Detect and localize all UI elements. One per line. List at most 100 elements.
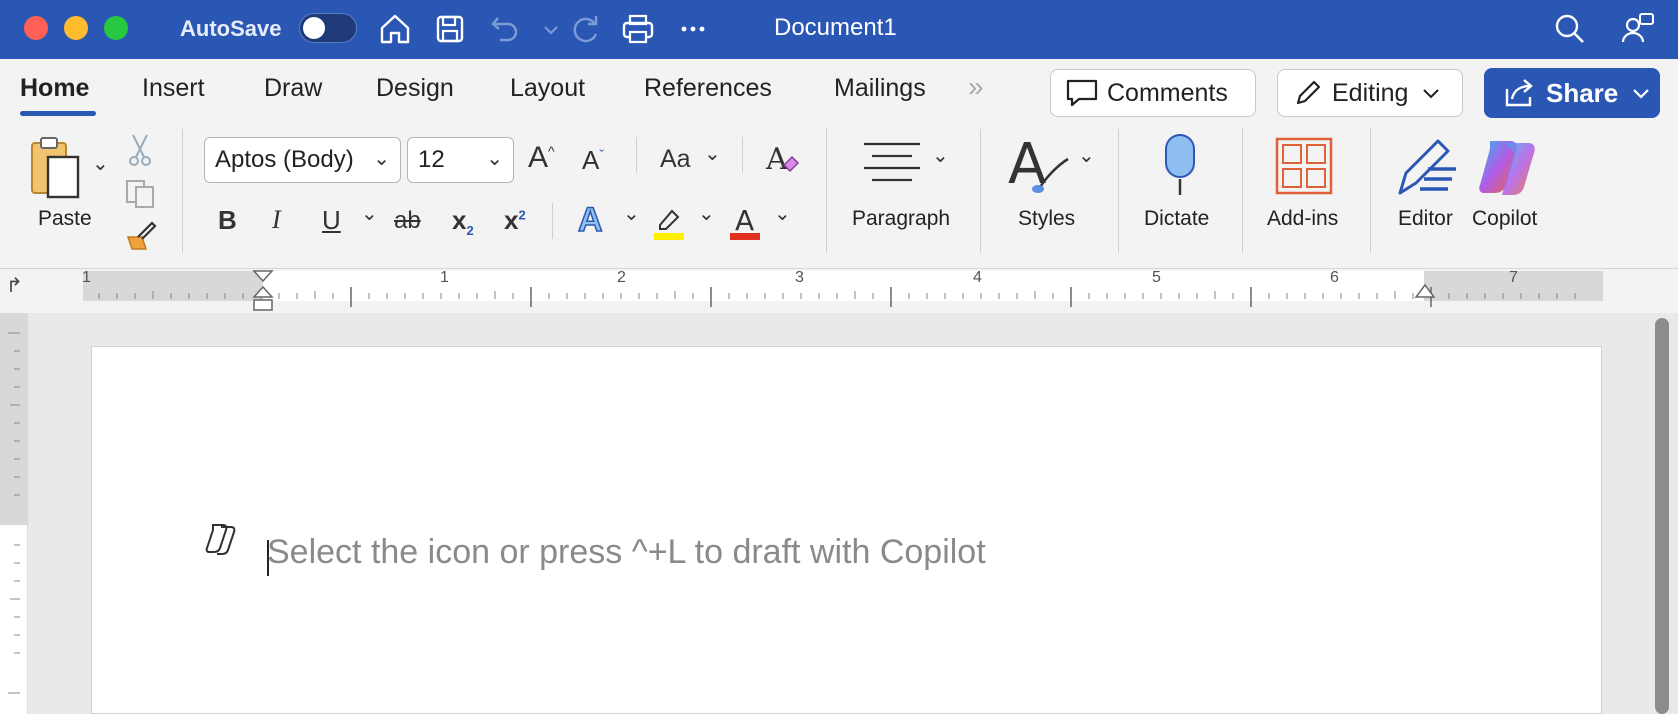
highlight-icon[interactable] <box>652 205 686 246</box>
clear-formatting-icon[interactable]: A <box>764 141 800 182</box>
tab-layout[interactable]: Layout <box>510 74 585 103</box>
bold-button[interactable]: B <box>218 205 237 236</box>
minimize-window-button[interactable] <box>64 16 88 40</box>
search-icon[interactable] <box>1551 10 1589 48</box>
font-size-dropdown[interactable]: 12 ⌄ <box>407 137 514 183</box>
account-icon[interactable] <box>1619 10 1657 48</box>
share-icon <box>1505 79 1533 107</box>
ruler-number: 2 <box>617 269 626 286</box>
font-name-dropdown[interactable]: Aptos (Body) ⌄ <box>204 137 401 183</box>
chevron-down-icon: ⌄ <box>486 148 503 170</box>
ruler-ticks <box>98 287 1576 307</box>
toggle-knob <box>303 17 325 39</box>
ruler-number: 1 <box>440 269 449 286</box>
shrink-font-icon[interactable]: Aˇ <box>582 145 604 176</box>
separator <box>1242 129 1243 253</box>
font-name-value: Aptos (Body) <box>215 146 354 173</box>
document-page[interactable] <box>91 346 1602 714</box>
more-options-icon[interactable] <box>674 10 712 48</box>
format-painter-icon[interactable] <box>124 219 158 256</box>
paste-dropdown-icon[interactable]: ⌄ <box>92 151 109 176</box>
clipboard-icon[interactable] <box>28 135 82 205</box>
indent-marker[interactable] <box>252 269 274 313</box>
tab-references[interactable]: References <box>644 74 772 103</box>
vertical-ruler-ticks <box>8 332 20 694</box>
horizontal-ruler[interactable]: ↱ 1 1 2 3 4 5 6 7 <box>0 269 1678 313</box>
italic-button[interactable]: I <box>272 205 281 235</box>
add-ins-label: Add-ins <box>1267 207 1339 230</box>
microphone-icon[interactable] <box>1160 133 1200 202</box>
styles-label: Styles <box>1018 207 1076 230</box>
more-tabs-icon[interactable]: » <box>968 71 984 103</box>
change-case-button[interactable]: Aa <box>660 145 691 174</box>
close-window-button[interactable] <box>24 16 48 40</box>
chevron-down-icon <box>1633 89 1650 99</box>
home-toolbar: ⌄ Paste Aptos (Body) ⌄ 12 ⌄ A^ Aˇ Aa ⌄ A… <box>0 121 1678 269</box>
styles-dropdown-icon[interactable]: ⌄ <box>1078 143 1095 168</box>
chevron-down-icon: ⌄ <box>373 148 390 170</box>
vertical-scrollbar[interactable] <box>1655 318 1669 714</box>
text-effects-icon[interactable]: A <box>577 200 603 240</box>
ruler-number: 4 <box>973 269 982 286</box>
tab-home[interactable]: Home <box>20 74 89 103</box>
zoom-window-button[interactable] <box>104 16 128 40</box>
editor-label: Editor <box>1398 207 1453 230</box>
copilot-icon[interactable] <box>1476 137 1538 202</box>
ribbon-tabs: Home Insert Draw Design Layout Reference… <box>0 59 1678 121</box>
ruler-number: 5 <box>1152 269 1161 286</box>
comment-icon <box>1066 79 1098 107</box>
copilot-draft-icon[interactable] <box>203 522 237 556</box>
title-bar: AutoSave Document1 <box>0 0 1678 59</box>
add-ins-icon[interactable] <box>1275 137 1333 200</box>
font-color-dropdown-icon[interactable]: ⌄ <box>774 201 791 226</box>
save-icon[interactable] <box>431 10 469 48</box>
chevron-down-icon <box>1423 89 1440 99</box>
tab-design[interactable]: Design <box>376 74 454 103</box>
underline-dropdown-icon[interactable]: ⌄ <box>361 201 378 226</box>
font-size-value: 12 <box>418 146 445 173</box>
subscript-button[interactable]: x2 <box>452 205 474 238</box>
change-case-dropdown-icon[interactable]: ⌄ <box>704 141 721 166</box>
text-effects-dropdown-icon[interactable]: ⌄ <box>623 201 640 226</box>
right-indent-marker[interactable] <box>1414 283 1436 301</box>
superscript-button[interactable]: x2 <box>504 205 526 236</box>
share-button[interactable]: Share <box>1484 68 1660 118</box>
styles-icon[interactable]: A <box>1008 132 1072 200</box>
editing-label: Editing <box>1332 78 1409 107</box>
document-title: Document1 <box>774 14 897 41</box>
editing-mode-button[interactable]: Editing <box>1277 69 1463 117</box>
paragraph-icon[interactable] <box>862 141 922 190</box>
editor-icon[interactable] <box>1394 133 1460 204</box>
copilot-label: Copilot <box>1472 207 1538 230</box>
comments-button[interactable]: Comments <box>1050 69 1256 117</box>
underline-button[interactable]: U <box>322 205 341 236</box>
tab-stop-icon[interactable]: ↱ <box>6 273 23 298</box>
undo-icon[interactable] <box>486 10 524 48</box>
highlight-dropdown-icon[interactable]: ⌄ <box>698 201 715 226</box>
tab-mailings[interactable]: Mailings <box>834 74 926 103</box>
svg-text:A: A <box>735 205 754 237</box>
dictate-label: Dictate <box>1144 207 1210 230</box>
home-icon[interactable] <box>376 10 414 48</box>
strikethrough-button[interactable]: ab <box>394 207 421 235</box>
vertical-ruler[interactable] <box>0 313 28 714</box>
copy-icon[interactable] <box>124 179 156 214</box>
undo-dropdown-icon[interactable] <box>532 10 558 48</box>
svg-text:A: A <box>765 142 788 177</box>
paragraph-dropdown-icon[interactable]: ⌄ <box>932 143 949 168</box>
paste-label: Paste <box>38 207 92 230</box>
grow-font-icon[interactable]: A^ <box>528 141 555 175</box>
ruler-number: 7 <box>1509 269 1518 286</box>
print-icon[interactable] <box>619 10 657 48</box>
tab-insert[interactable]: Insert <box>142 74 205 103</box>
cut-icon[interactable] <box>128 133 152 172</box>
font-color-icon[interactable]: A <box>728 204 762 246</box>
autosave-label: AutoSave <box>180 16 282 41</box>
ruler-number: 6 <box>1330 269 1339 286</box>
separator <box>742 137 743 173</box>
ruler-number: 3 <box>795 269 804 286</box>
redo-icon[interactable] <box>566 10 604 48</box>
autosave-toggle[interactable] <box>299 13 357 43</box>
tab-draw[interactable]: Draw <box>264 74 322 103</box>
pencil-icon <box>1296 80 1321 105</box>
